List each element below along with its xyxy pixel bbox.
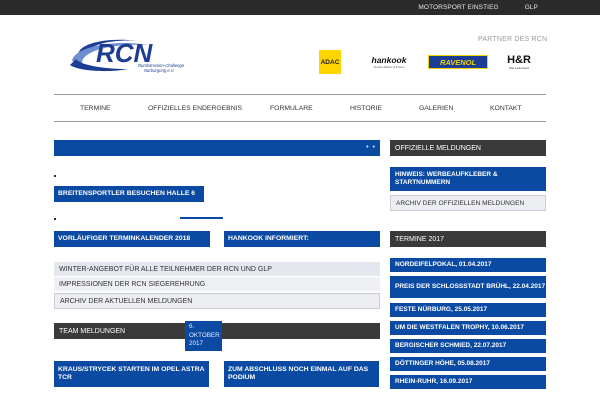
list-item-siegerehrung[interactable]: IMPRESSIONEN DER RCN SIEGEREHRUNG [54, 277, 380, 291]
archive-aktuelle-meldungen[interactable]: ARCHIV DER AKTUELLEN MELDUNGEN [54, 293, 380, 309]
team-news-kraus-strycek[interactable]: KRAUS/STRYCEK STARTEN IM OPEL ASTRA TCR [54, 361, 209, 387]
partner-label: PARTNER DES RCN [478, 36, 548, 43]
hr-tagline: Das Federwerk [508, 66, 530, 70]
top-links: MOTORSPORT EINSTIEG GLP [418, 0, 538, 15]
link-glp[interactable]: GLP [525, 0, 538, 15]
nav-item-historie[interactable]: HISTORIE [350, 95, 382, 122]
nav-item-galerien[interactable]: GALERIEN [419, 95, 453, 122]
termin-feste-nuerburg[interactable]: FESTE NÜRBURG, 25.05.2017 [390, 303, 546, 317]
nav-item-termine[interactable]: TERMINE [80, 95, 111, 122]
slider-dots[interactable]: • • [366, 140, 376, 156]
link-motorsport-einstieg[interactable]: MOTORSPORT EINSTIEG [418, 0, 498, 15]
archive-offizielle-meldungen[interactable]: ARCHIV DER OFFIZIELLEN MELDUNGEN [390, 195, 546, 211]
termin-doettinger-hoehe[interactable]: DÖTTINGER HÖHE, 05.08.2017 [390, 357, 546, 371]
news-terminkalender[interactable]: VORLÄUFIGER TERMINKALENDER 2018 [54, 231, 210, 247]
hr-wordmark: H&R [507, 54, 531, 66]
team-news-podium[interactable]: ZUM ABSCHLUSS NOCH EINMAL AUF DAS PODIUM [224, 361, 379, 387]
nav-item-formulare[interactable]: FORMULARE [270, 95, 313, 122]
main-nav: TERMINE OFFIZIELLES ENDERGEBNIS FORMULAR… [54, 94, 546, 122]
hankook-tagline: Ventus Reifen & Pneus [373, 65, 405, 69]
sponsor-ravenol-logo[interactable]: RAVENOL [428, 55, 488, 69]
termin-nordeifelpokal[interactable]: NORDEIFELPOKAL, 01.04.2017 [390, 258, 546, 272]
news-slider[interactable]: • • [54, 140, 380, 156]
official-news-werbeaufkleber[interactable]: HINWEIS: WERBEAUFKLEBER & STARTNUMMERN [390, 167, 546, 191]
termin-rhein-ruhr[interactable]: RHEIN-RUHR, 16.09.2017 [390, 375, 546, 389]
termin-schlossstadt-bruehl[interactable]: PREIS DER SCHLOSSSTADT BRÜHL, 22.04.2017 [390, 276, 546, 298]
sponsor-hr-logo[interactable]: H&R Das Federwerk [497, 50, 541, 74]
sponsor-hankook-logo[interactable]: hankook Ventus Reifen & Pneus [364, 50, 414, 74]
tab-underline [180, 217, 223, 219]
official-news-heading: OFFIZIELLE MELDUNGEN [390, 140, 546, 156]
sponsor-adac-logo[interactable]: ADAC [319, 50, 341, 74]
team-date: 6. OKTOBER 2017 [185, 321, 222, 351]
news-hankook[interactable]: HANKOOK INFORMIERT: [224, 231, 380, 247]
nav-item-kontakt[interactable]: KONTAKT [490, 95, 522, 122]
bullet-marker [54, 218, 56, 220]
termin-bergischer-schmied[interactable]: BERGISCHER SCHMIED, 22.07.2017 [390, 339, 546, 353]
svg-text:Nürburgring e.V.: Nürburgring e.V. [144, 68, 175, 73]
termin-westfalen-trophy[interactable]: UM DIE WESTFALEN TROPHY, 10.06.2017 [390, 321, 546, 335]
termine-heading: TERMINE 2017 [390, 231, 546, 247]
rcn-logo[interactable]: RCN Rundstrecken-Challenge Nürburgring e… [68, 35, 208, 75]
news-breitensportler[interactable]: BREITENSPORTLER BESUCHEN HALLE 6 [54, 186, 204, 202]
list-item-winter-angebot[interactable]: WINTER-ANGEBOT FÜR ALLE TEILNEHMER DER R… [54, 262, 380, 276]
bullet-marker [54, 175, 56, 177]
top-bar: MOTORSPORT EINSTIEG GLP [0, 0, 600, 15]
hankook-wordmark: hankook [371, 55, 407, 65]
nav-item-endergebnis[interactable]: OFFIZIELLES ENDERGEBNIS [148, 95, 242, 122]
